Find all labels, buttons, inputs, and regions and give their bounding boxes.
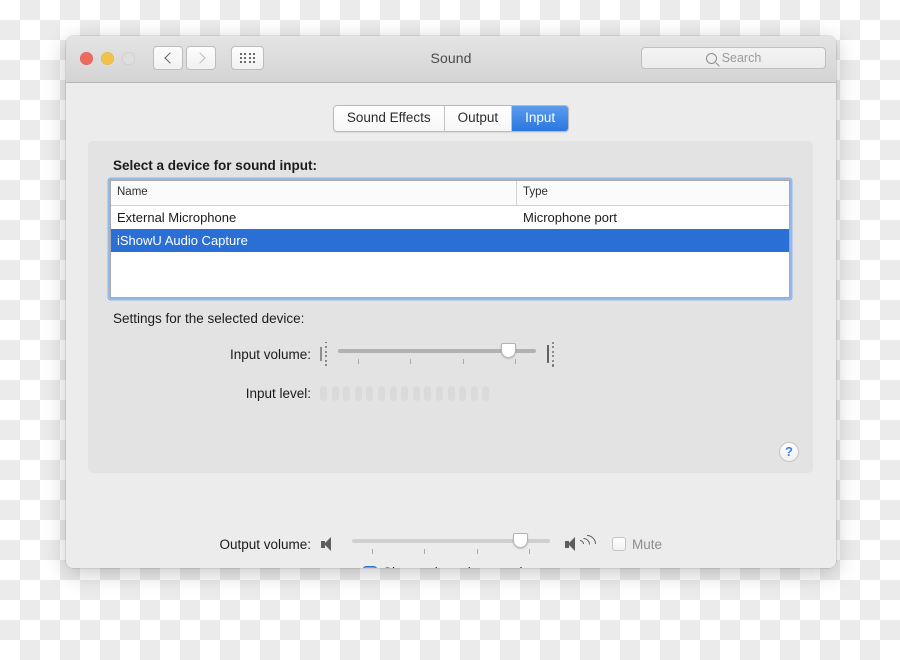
volume-dots-icon — [325, 341, 327, 367]
select-device-label: Select a device for sound input: — [113, 158, 318, 173]
check-icon — [365, 566, 375, 568]
output-volume-label: Output volume: — [219, 536, 311, 552]
table-row[interactable]: iShowU Audio Capture — [111, 229, 789, 252]
device-name: iShowU Audio Capture — [117, 233, 248, 248]
device-name: External Microphone — [117, 210, 237, 225]
show-volume-checkbox[interactable] — [362, 565, 377, 568]
device-table[interactable]: Name Type External Microphone Microphone… — [110, 180, 790, 298]
window-content: Sound Effects Output Input Select a devi… — [66, 83, 836, 568]
table-row[interactable]: External Microphone Microphone port — [111, 206, 789, 229]
slider-ticks — [338, 359, 536, 364]
speaker-loud-icon — [564, 531, 600, 557]
input-level-meter — [320, 386, 490, 401]
tab-sound-effects[interactable]: Sound Effects — [333, 106, 445, 131]
output-volume-row: Output volume: Mute — [88, 531, 813, 557]
tab-bar: Sound Effects Output Input — [66, 105, 836, 132]
table-header-row: Name Type — [111, 181, 789, 206]
volume-dots-icon — [551, 341, 555, 367]
slider-thumb[interactable] — [500, 343, 516, 358]
speaker-mute-icon — [320, 536, 336, 552]
slider-thumb[interactable] — [512, 533, 528, 548]
sound-preferences-window: Sound Search Sound Effects Output Input … — [66, 36, 836, 568]
input-settings-panel: Select a device for sound input: Name Ty… — [88, 141, 813, 473]
input-level-row: Input level: — [88, 386, 813, 401]
screenshot-canvas: Sound Search Sound Effects Output Input … — [0, 0, 900, 660]
microphone-large-icon — [546, 341, 555, 367]
search-icon — [705, 52, 717, 64]
show-volume-row: Show volume in menu bar — [66, 565, 836, 568]
mute-label: Mute — [632, 536, 663, 552]
tab-output[interactable]: Output — [444, 106, 513, 131]
input-level-label: Input level: — [245, 386, 311, 401]
help-button[interactable]: ? — [779, 442, 799, 462]
mute-checkbox[interactable] — [612, 537, 626, 551]
microphone-icon — [320, 346, 322, 362]
output-volume-slider[interactable] — [352, 531, 550, 557]
settings-for-device-label: Settings for the selected device: — [113, 311, 305, 326]
slider-ticks — [352, 549, 550, 554]
search-placeholder: Search — [721, 51, 762, 65]
column-header-type[interactable]: Type — [517, 181, 789, 205]
window-titlebar: Sound Search — [66, 36, 836, 83]
input-volume-slider[interactable] — [337, 341, 536, 367]
show-volume-label: Show volume in menu bar — [383, 565, 539, 568]
microphone-icon — [546, 345, 549, 363]
tab-input[interactable]: Input — [512, 106, 569, 131]
input-volume-label: Input volume: — [229, 346, 311, 362]
device-type: Microphone port — [523, 210, 617, 225]
search-input[interactable]: Search — [641, 47, 826, 69]
column-header-name[interactable]: Name — [111, 181, 517, 205]
microphone-small-icon — [320, 341, 327, 367]
input-volume-row: Input volume: — [88, 341, 813, 367]
